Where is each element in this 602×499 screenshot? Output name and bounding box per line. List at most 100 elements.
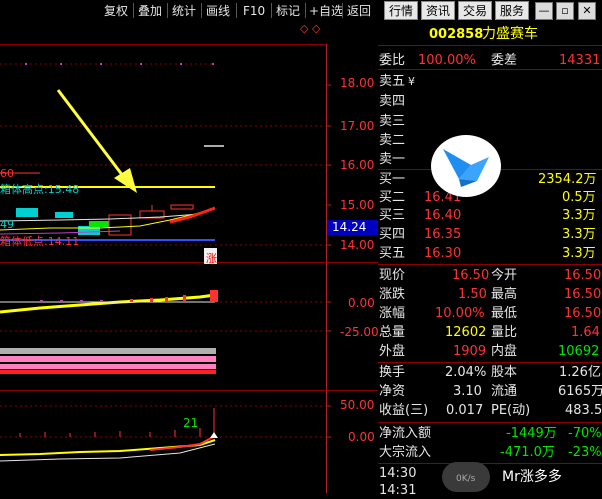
box-low-label: 箱体低点:14.11 bbox=[0, 235, 80, 248]
bid-row-5: 买五 16.30 3.3万 bbox=[378, 245, 602, 262]
flow-label: 净流入额 bbox=[379, 426, 432, 441]
nav-jiaoyi-button[interactable]: 交易 bbox=[458, 1, 492, 20]
tick-row: 14:30 bbox=[378, 465, 602, 482]
axis-label-17: 17.00 bbox=[340, 119, 375, 133]
bid-label: 买五 bbox=[379, 246, 406, 261]
toolbar-biaoji[interactable]: 标记 bbox=[273, 3, 303, 19]
close-icon[interactable]: ✕ bbox=[578, 2, 596, 20]
bid-volume: 2354.2万 bbox=[538, 172, 597, 187]
divider bbox=[236, 3, 237, 18]
quote-label: 净资 bbox=[379, 384, 406, 399]
label-60: 60 bbox=[0, 167, 14, 180]
speed-widget: 0K/s bbox=[442, 462, 490, 492]
quote-value: 1.64 bbox=[571, 325, 600, 340]
ratio-label: 委比 bbox=[379, 53, 406, 68]
restore-icon[interactable]: ▫ bbox=[556, 2, 574, 20]
order-ratio-row: 委比 100.00% 委差 14331 bbox=[378, 52, 602, 69]
quote-label: 今开 bbox=[491, 268, 518, 283]
axis-label-minus25: -25.00 bbox=[340, 325, 379, 339]
quote-label: 现价 bbox=[379, 268, 406, 283]
nav-fuwu-button[interactable]: 服务 bbox=[495, 1, 529, 20]
quote-value: 2.04% bbox=[445, 365, 487, 380]
ratio-value: 100.00% bbox=[418, 53, 476, 68]
quote-row-outer: 外盘 1909 内盘 10692 bbox=[378, 343, 602, 360]
current-price-tag: 14.24 bbox=[332, 220, 367, 234]
flow-value: -1449万 bbox=[506, 426, 557, 441]
quote-value: 16.50 bbox=[564, 268, 602, 283]
quote-row-netasset: 净资 3.10 流通 6165万 bbox=[378, 383, 602, 400]
quote-label: 量比 bbox=[491, 325, 518, 340]
toolbar-add-watchlist[interactable]: +自选 bbox=[306, 3, 346, 19]
flow-pct: -23% bbox=[568, 445, 602, 460]
quote-label: 流通 bbox=[491, 384, 518, 399]
quote-label: 涨跌 bbox=[379, 287, 406, 302]
stock-name: 力盛赛车 bbox=[482, 26, 538, 42]
ask-row-3: 卖三 bbox=[378, 113, 602, 130]
axis-label-16: 16.00 bbox=[340, 158, 375, 172]
label-49: 49 bbox=[0, 218, 14, 231]
quote-value: 0.017 bbox=[446, 403, 484, 418]
watermark: Mr涨多多 bbox=[502, 469, 562, 485]
divider bbox=[378, 463, 602, 464]
diff-label: 委差 bbox=[491, 53, 518, 68]
box-high-label: 箱体高点:15.48 bbox=[0, 183, 80, 196]
quote-row-volume: 总量 12602 量比 1.64 bbox=[378, 324, 602, 341]
bid-volume: 0.5万 bbox=[562, 190, 596, 205]
quote-value: 483.5 bbox=[565, 403, 602, 418]
toolbar-f10[interactable]: F10 bbox=[240, 3, 268, 19]
quote-row-price: 现价 16.50 今开 16.50 bbox=[378, 267, 602, 284]
ask-suffix: ¥ bbox=[408, 75, 415, 88]
divider bbox=[378, 264, 602, 265]
divider bbox=[378, 422, 602, 423]
quote-label: 涨幅 bbox=[379, 306, 406, 321]
bid-label: 买三 bbox=[379, 208, 406, 223]
quote-panel: 002858 力盛赛车 委比 100.00% 委差 14331 卖五 ¥ 卖四 … bbox=[378, 22, 602, 498]
quote-label: 最低 bbox=[491, 306, 518, 321]
toolbar-back[interactable]: 返回 bbox=[344, 3, 374, 19]
divider bbox=[201, 3, 202, 18]
ask-label: 卖三 bbox=[379, 114, 406, 129]
speed-text: 0K/s bbox=[456, 474, 476, 484]
quote-label: 内盘 bbox=[491, 344, 518, 359]
divider bbox=[133, 3, 134, 18]
chart-top-marks: ◇ ◇ bbox=[300, 22, 321, 35]
quote-value: 10692 bbox=[558, 344, 600, 359]
toolbar-diejia[interactable]: 叠加 bbox=[135, 3, 165, 19]
axis-label-14: 14.00 bbox=[340, 238, 375, 252]
quote-value: 16.50 bbox=[452, 268, 490, 283]
quote-value: 12602 bbox=[445, 325, 487, 340]
quote-row-change: 涨跌 1.50 最高 16.50 bbox=[378, 286, 602, 303]
axis-label-0: 0.00 bbox=[348, 296, 375, 310]
nav-zixun-button[interactable]: 资讯 bbox=[421, 1, 455, 20]
bid-label: 买一 bbox=[379, 172, 406, 187]
quote-label: PE(动) bbox=[491, 403, 531, 418]
nav-hangqing-button[interactable]: 行情 bbox=[384, 1, 418, 20]
quote-value: 1.26亿 bbox=[559, 365, 601, 380]
quote-label: 换手 bbox=[379, 365, 406, 380]
kline-chart-area[interactable]: ◇ ◇ 18.00 17.00 16.00 15.00 14.00 14.24 … bbox=[0, 22, 379, 493]
quote-label: 总量 bbox=[379, 325, 406, 340]
tick-time: 14:31 bbox=[379, 483, 417, 498]
toolbar-tongji[interactable]: 统计 bbox=[169, 3, 199, 19]
divider bbox=[167, 3, 168, 18]
divider bbox=[342, 3, 343, 18]
quote-value: 16.50 bbox=[564, 306, 602, 321]
ask-label: 卖一 bbox=[379, 152, 406, 167]
quote-label: 最高 bbox=[491, 287, 518, 302]
flow-pct: -70% bbox=[568, 426, 602, 441]
toolbar-huaxian[interactable]: 画线 bbox=[203, 3, 233, 19]
quote-label: 收益(三) bbox=[379, 403, 429, 418]
axis-label-low-0: 0.00 bbox=[348, 430, 375, 444]
minimize-icon[interactable]: — bbox=[535, 2, 553, 20]
divider bbox=[271, 3, 272, 18]
flow-row-net: 净流入额 -1449万 -70% bbox=[378, 425, 602, 442]
tick-row: 14:31 bbox=[378, 482, 602, 499]
toolbar-fuquan[interactable]: 复权 bbox=[101, 3, 131, 19]
app-logo-icon bbox=[431, 135, 501, 197]
divider bbox=[378, 362, 602, 363]
quote-value: 3.10 bbox=[453, 384, 482, 399]
bid-volume: 3.3万 bbox=[562, 227, 596, 242]
bid-price: 16.40 bbox=[424, 208, 462, 223]
flow-row-block: 大宗流入 -471.0万 -23% bbox=[378, 444, 602, 461]
ask-row-5: 卖五 ¥ bbox=[378, 73, 602, 90]
